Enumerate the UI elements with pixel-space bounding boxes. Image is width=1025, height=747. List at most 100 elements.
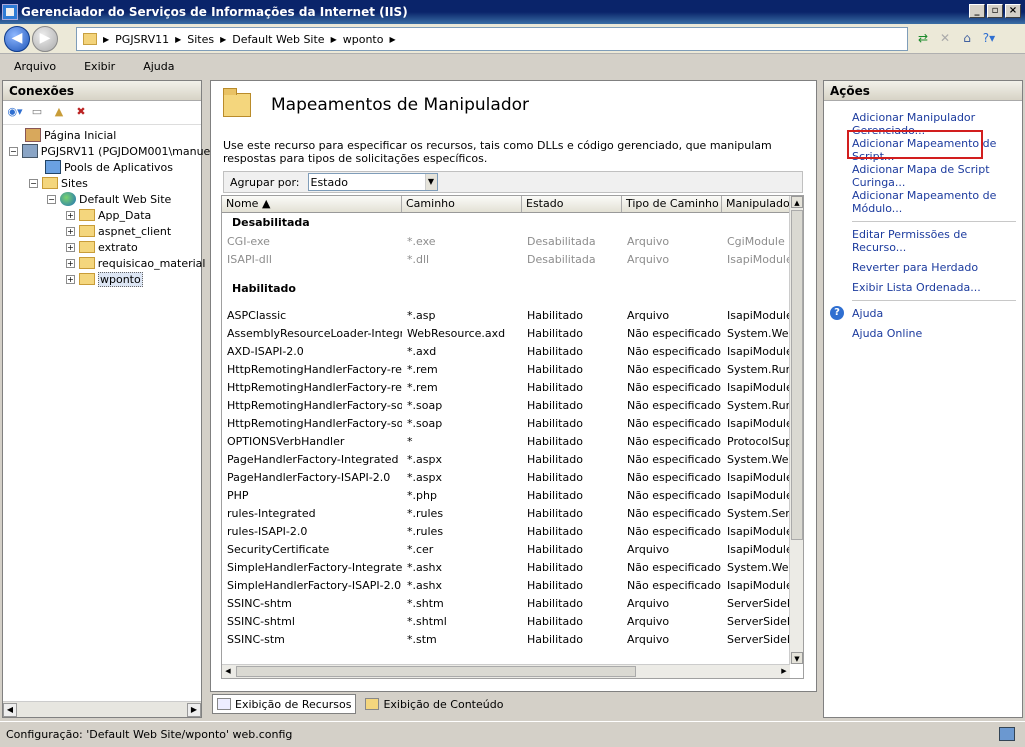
table-row[interactable]: SimpleHandlerFactory-Integrated *.ashx Hab… bbox=[222, 558, 790, 576]
table-row[interactable]: SSINC-stm *.stm Habilitado Arquivo ServerSid… bbox=[222, 630, 790, 648]
help-icon[interactable]: ?▾ bbox=[980, 29, 998, 47]
scroll-left-icon[interactable]: ◀ bbox=[222, 666, 234, 677]
menu-exibir[interactable]: Exibir bbox=[78, 60, 121, 73]
breadcrumb-folder[interactable]: wponto bbox=[343, 33, 384, 46]
expand-icon[interactable]: + bbox=[66, 210, 75, 220]
tree-item-sites[interactable]: − Sites bbox=[3, 175, 201, 191]
tab-content-view[interactable]: Exibição de Conteúdo bbox=[360, 694, 508, 714]
expand-icon[interactable]: + bbox=[66, 226, 75, 236]
collapse-icon[interactable]: − bbox=[47, 194, 56, 204]
column-header-manipulador[interactable]: Manipulador bbox=[722, 196, 790, 212]
action-online-help[interactable]: Ajuda Online bbox=[852, 327, 1022, 340]
table-row[interactable]: PHP *.php Habilitado Não especificado IsapiM… bbox=[222, 486, 790, 504]
tree-item-home[interactable]: Página Inicial bbox=[3, 127, 201, 143]
table-row[interactable]: rules-ISAPI-2.0 *.rules Habilitado Não espe… bbox=[222, 522, 790, 540]
back-button[interactable]: ◀ bbox=[4, 26, 30, 52]
menu-ajuda[interactable]: Ajuda bbox=[137, 60, 180, 73]
table-row[interactable]: SSINC-shtml *.shtml Habilitado Arquivo Serve… bbox=[222, 612, 790, 630]
table-row[interactable]: PageHandlerFactory-Integrated *.aspx Habil… bbox=[222, 450, 790, 468]
breadcrumb-arrow-icon[interactable]: ▶ bbox=[389, 35, 395, 44]
up-folder-icon[interactable]: ▲ bbox=[51, 105, 67, 121]
menu-arquivo[interactable]: Arquivo bbox=[8, 60, 62, 73]
connect-icon[interactable]: ◉▾ bbox=[7, 105, 23, 121]
tree-item-extrato[interactable]: + extrato bbox=[3, 239, 201, 255]
breadcrumb-arrow-icon[interactable]: ▶ bbox=[220, 35, 226, 44]
table-row[interactable]: AXD-ISAPI-2.0 *.axd Habilitado Não especifi… bbox=[222, 342, 790, 360]
close-button[interactable]: × bbox=[1005, 4, 1021, 18]
minimize-button[interactable]: _ bbox=[969, 4, 985, 18]
breadcrumb-arrow-icon[interactable]: ▶ bbox=[331, 35, 337, 44]
table-row[interactable]: ISAPI-dll *.dll Desabilitada Arquivo IsapiMo… bbox=[222, 250, 790, 268]
connections-hscroll[interactable]: ◀ ▶ bbox=[3, 701, 201, 717]
expand-icon[interactable]: + bbox=[66, 274, 75, 284]
tree-item-requisicao-material[interactable]: + requisicao_material bbox=[3, 255, 205, 271]
tree-item-default-web-site[interactable]: − Default Web Site bbox=[3, 191, 201, 207]
table-row[interactable]: SSINC-shtm *.shtm Habilitado Arquivo ServerS… bbox=[222, 594, 790, 612]
table-row[interactable]: AssemblyResourceLoader-Integr... WebResou… bbox=[222, 324, 790, 342]
action-revert-to-inherited[interactable]: Reverter para Herdado bbox=[852, 261, 1022, 274]
collapse-icon[interactable]: − bbox=[9, 146, 18, 156]
breadcrumb-site[interactable]: Default Web Site bbox=[232, 33, 324, 46]
scroll-right-icon[interactable]: ▶ bbox=[778, 666, 790, 677]
tab-features-view[interactable]: Exibição de Recursos bbox=[212, 694, 357, 714]
breadcrumb-arrow-icon[interactable]: ▶ bbox=[103, 35, 109, 44]
tree-item-server[interactable]: − PGJSRV11 (PGJDOM001\manuel) bbox=[3, 143, 218, 159]
tree-item-wponto[interactable]: + wponto bbox=[3, 271, 201, 287]
table-row[interactable]: ASPClassic *.asp Habilitado Arquivo IsapiMod… bbox=[222, 306, 790, 324]
hscroll-thumb[interactable] bbox=[236, 666, 636, 677]
folder-icon bbox=[79, 241, 95, 253]
tree-item-app-data[interactable]: + App_Data bbox=[3, 207, 201, 223]
column-header-estado[interactable]: Estado bbox=[522, 196, 622, 212]
expand-icon[interactable]: + bbox=[66, 258, 75, 268]
table-row[interactable]: SimpleHandlerFactory-ISAPI-2.0 *.ashx Habi… bbox=[222, 576, 790, 594]
table-row[interactable]: HttpRemotingHandlerFactory-re... *.rem Hab… bbox=[222, 360, 790, 378]
breadcrumb-server[interactable]: PGJSRV11 bbox=[115, 33, 169, 46]
action-edit-feature-permissions[interactable]: Editar Permissões de Recurso... bbox=[852, 228, 1022, 254]
column-header-nome[interactable]: Nome ▲ bbox=[222, 196, 402, 212]
dropdown-arrow-icon[interactable]: ▼ bbox=[424, 174, 437, 190]
table-cell: SSINC-shtml bbox=[227, 614, 295, 628]
refresh-icon[interactable]: ⇄ bbox=[914, 29, 932, 47]
tree-item-app-pools[interactable]: Pools de Aplicativos bbox=[3, 159, 201, 175]
maximize-button[interactable]: ▫ bbox=[987, 4, 1003, 18]
action-add-module-mapping[interactable]: Adicionar Mapeamento de Módulo... bbox=[852, 189, 1022, 215]
tree-item-aspnet-client[interactable]: + aspnet_client bbox=[3, 223, 201, 239]
table-row[interactable]: PageHandlerFactory-ISAPI-2.0 *.aspx Habili… bbox=[222, 468, 790, 486]
group-by-select[interactable]: Estado ▼ bbox=[307, 173, 438, 191]
column-header-caminho[interactable]: Caminho bbox=[402, 196, 522, 212]
table-cell: *.ashx bbox=[407, 560, 442, 574]
table-hscroll[interactable]: ◀ ▶ bbox=[222, 664, 790, 678]
actions-pane: Ações Adicionar Manipulador Gerenciado..… bbox=[823, 80, 1023, 718]
scroll-up-icon[interactable]: ▲ bbox=[791, 196, 803, 208]
table-cell: Habilitado bbox=[527, 362, 583, 376]
table-cell: IsapiModule bbox=[727, 542, 790, 556]
forward-button[interactable]: ▶ bbox=[32, 26, 58, 52]
action-help[interactable]: ? Ajuda bbox=[830, 306, 1022, 320]
collapse-icon[interactable]: − bbox=[29, 178, 38, 188]
status-text: Configuração: 'Default Web Site/wponto' … bbox=[6, 728, 293, 741]
table-vscroll[interactable]: ▲ ▼ bbox=[789, 196, 803, 664]
table-row[interactable]: OPTIONSVerbHandler * Habilitado Não especif… bbox=[222, 432, 790, 450]
table-row[interactable]: HttpRemotingHandlerFactory-so... *.soap Ha… bbox=[222, 414, 790, 432]
table-row[interactable]: HttpRemotingHandlerFactory-so... *.soap Ha… bbox=[222, 396, 790, 414]
scroll-left-icon[interactable]: ◀ bbox=[3, 702, 17, 717]
expand-icon[interactable]: + bbox=[66, 242, 75, 252]
table-row[interactable]: HttpRemotingHandlerFactory-re... *.rem Hab… bbox=[222, 378, 790, 396]
stop-icon[interactable]: ✕ bbox=[936, 29, 954, 47]
save-icon[interactable]: ▭ bbox=[29, 105, 45, 121]
table-cell: SSINC-shtm bbox=[227, 596, 292, 610]
table-row[interactable]: rules-Integrated *.rules Habilitado Não esp… bbox=[222, 504, 790, 522]
delete-connection-icon[interactable]: ✖ bbox=[73, 105, 89, 121]
table-row[interactable]: CGI-exe *.exe Desabilitada Arquivo CgiModule bbox=[222, 232, 790, 250]
action-add-wildcard-script-map[interactable]: Adicionar Mapa de Script Curinga... bbox=[852, 163, 1022, 189]
column-header-tipo-caminho[interactable]: Tipo de Caminho bbox=[622, 196, 722, 212]
scroll-down-icon[interactable]: ▼ bbox=[791, 652, 803, 664]
scroll-thumb[interactable] bbox=[791, 210, 803, 540]
action-view-ordered-list[interactable]: Exibir Lista Ordenada... bbox=[852, 281, 1022, 294]
table-row[interactable]: SecurityCertificate *.cer Habilitado Arquiv… bbox=[222, 540, 790, 558]
address-bar[interactable]: ▶ PGJSRV11 ▶ Sites ▶ Default Web Site ▶ … bbox=[76, 27, 908, 51]
home-icon[interactable]: ⌂ bbox=[958, 29, 976, 47]
breadcrumb-sites[interactable]: Sites bbox=[187, 33, 214, 46]
scroll-right-icon[interactable]: ▶ bbox=[187, 702, 201, 717]
breadcrumb-arrow-icon[interactable]: ▶ bbox=[175, 35, 181, 44]
